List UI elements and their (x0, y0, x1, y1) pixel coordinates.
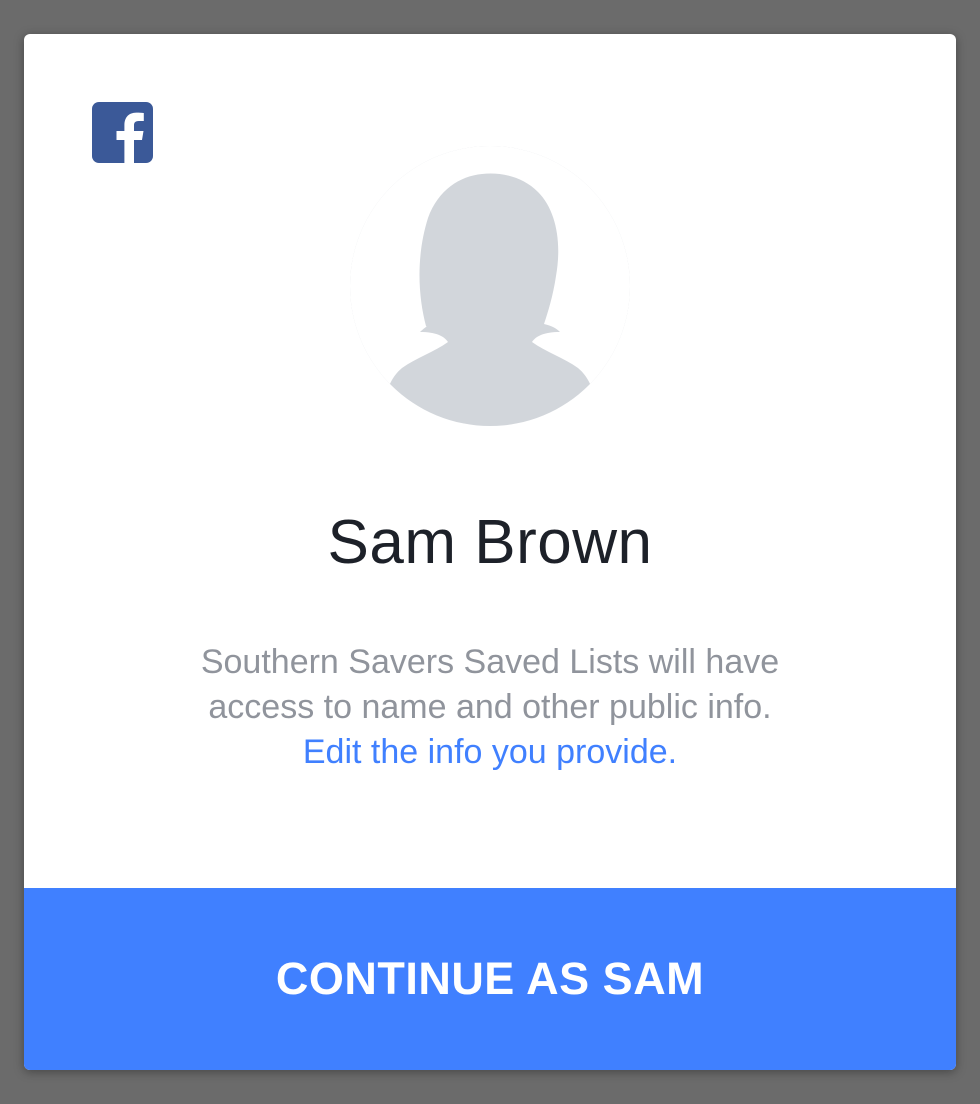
default-female-avatar-icon (350, 146, 630, 426)
continue-button[interactable]: CONTINUE AS SAM (24, 888, 956, 1070)
profile-avatar (350, 146, 630, 426)
edit-info-link[interactable]: Edit the info you provide. (303, 730, 677, 775)
permission-info: Southern Savers Saved Lists will have ac… (84, 640, 896, 775)
facebook-icon (92, 102, 153, 163)
permission-text-line-2: access to name and other public info. (208, 688, 772, 726)
permission-text-line-1: Southern Savers Saved Lists will have (200, 643, 780, 681)
user-name: Sam Brown (327, 508, 653, 577)
login-dialog: Sam Brown Southern Savers Saved Lists wi… (24, 34, 956, 1070)
